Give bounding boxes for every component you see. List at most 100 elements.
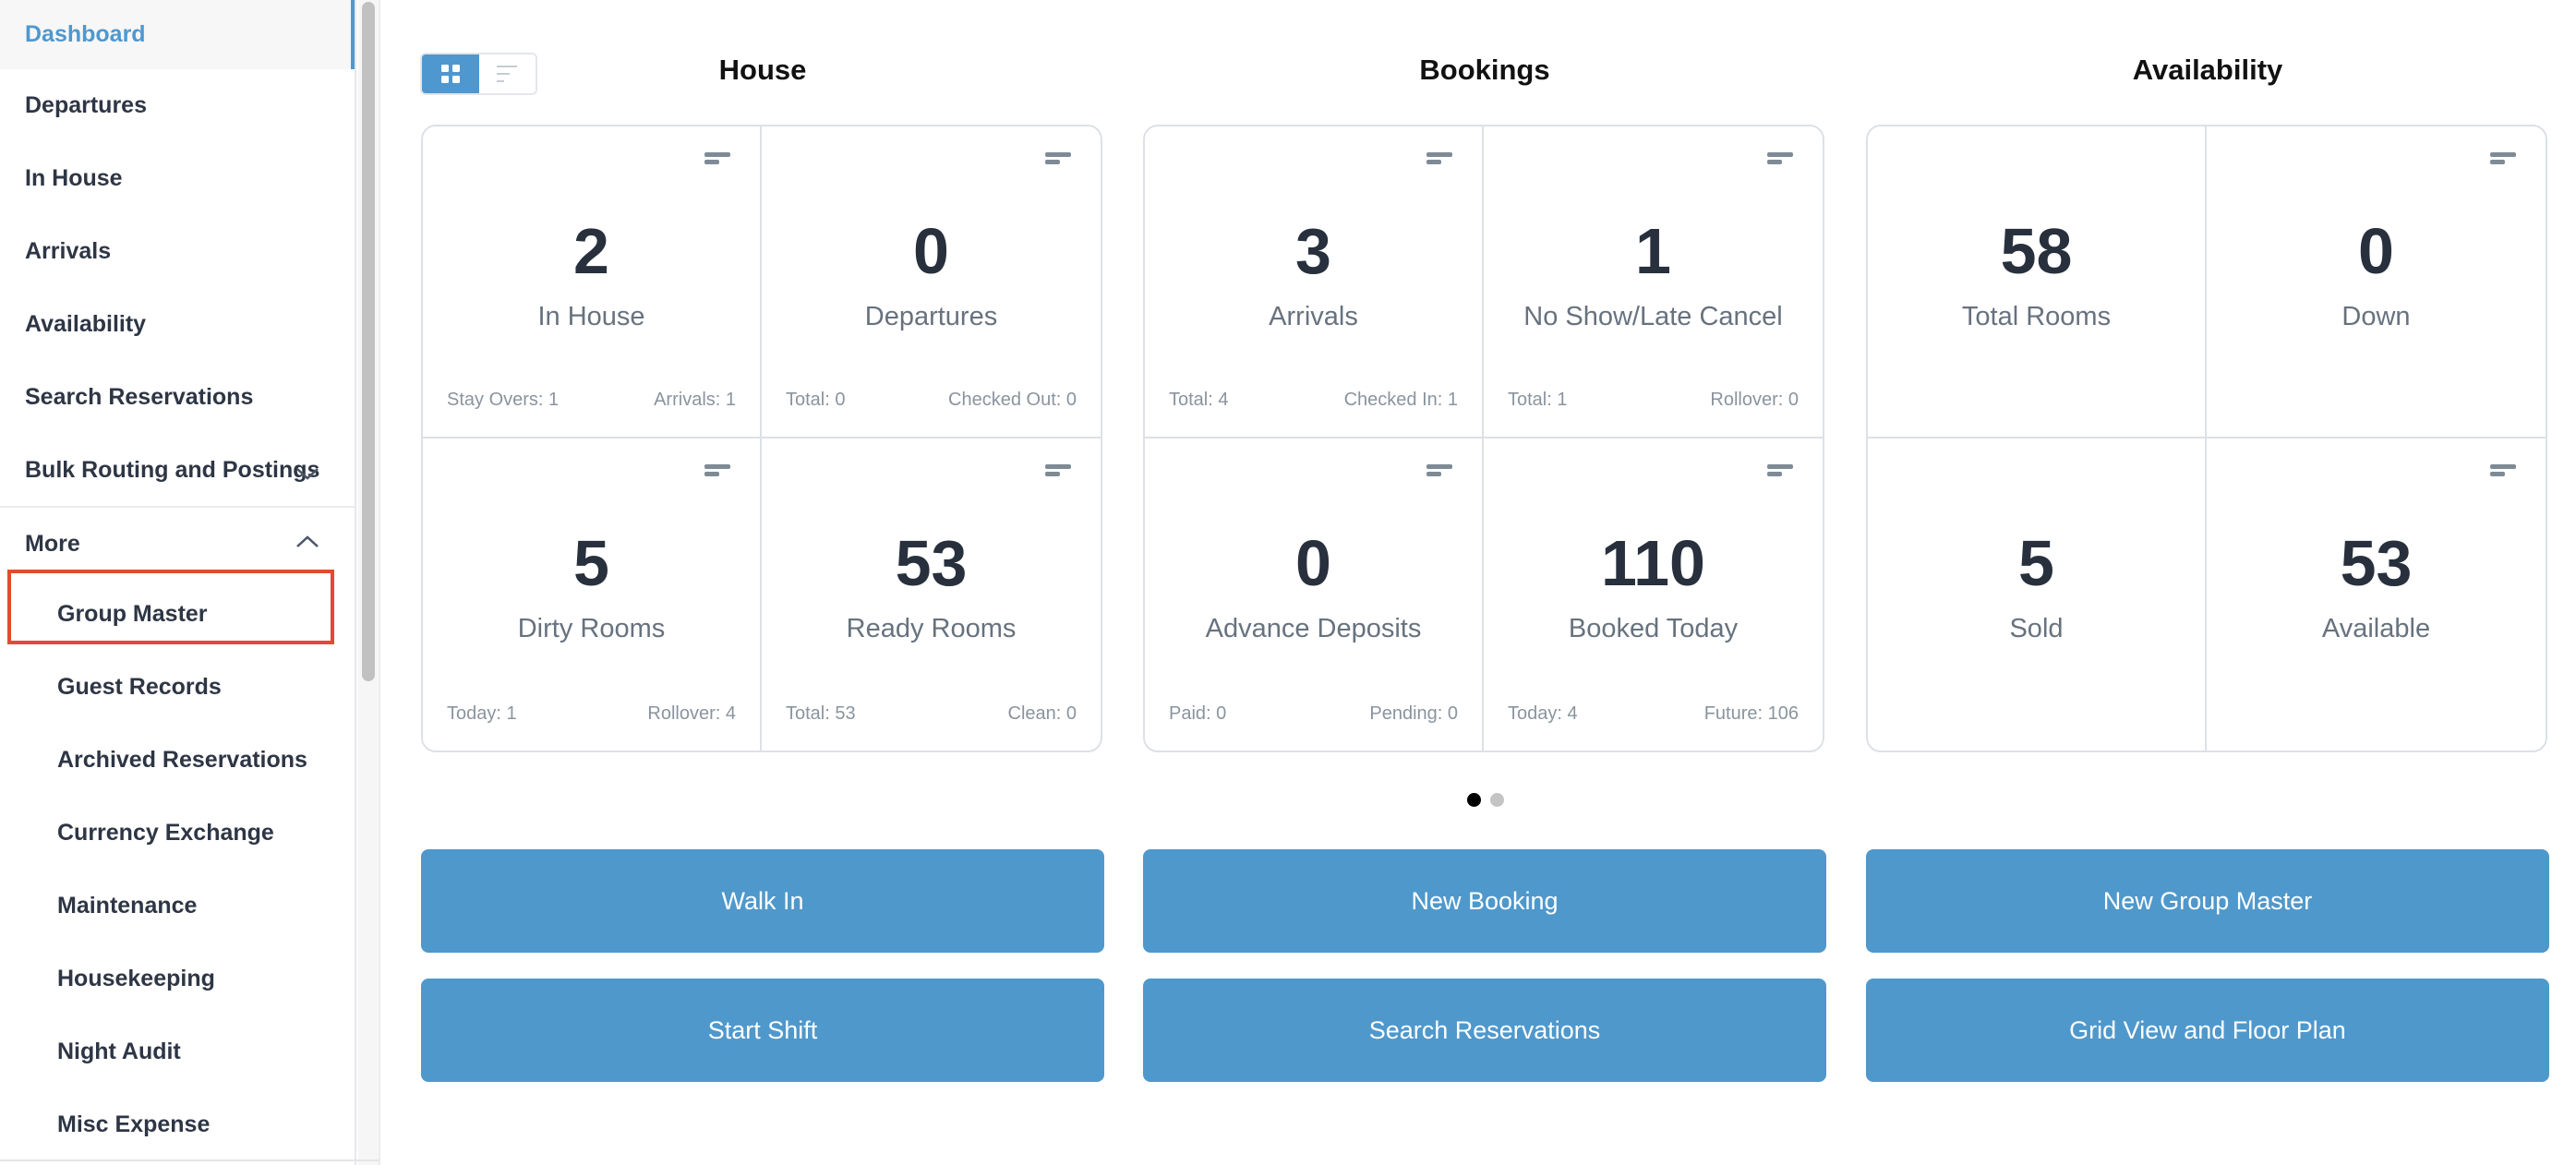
- sort-menu-icon[interactable]: [1426, 152, 1452, 171]
- sidebar-item-group-master[interactable]: Group Master: [0, 578, 355, 651]
- sidebar: Dashboard Departures In House Arrivals A…: [0, 0, 356, 1165]
- sort-menu-icon[interactable]: [704, 152, 730, 171]
- stat-footer: Paid: 0 Pending: 0: [1169, 703, 1458, 725]
- stat-label: Dirty Rooms: [517, 614, 666, 643]
- start-shift-button[interactable]: Start Shift: [421, 979, 1104, 1082]
- sidebar-item-label: More: [25, 531, 80, 557]
- stat-value: 3: [1295, 215, 1331, 287]
- stat-tile-no-show-late-cancel[interactable]: 1 No Show/Late Cancel Total: 1 Rollover: …: [1484, 126, 1823, 438]
- sort-menu-icon[interactable]: [1045, 152, 1071, 171]
- pagination-dot-2[interactable]: [1490, 793, 1504, 807]
- stat-value: 0: [1295, 527, 1331, 599]
- chevron-down-icon[interactable]: [294, 460, 321, 487]
- stat-label: Ready Rooms: [846, 614, 1017, 643]
- new-booking-button[interactable]: New Booking: [1143, 849, 1826, 953]
- stat-value: 0: [913, 215, 949, 287]
- sidebar-item-more[interactable]: More: [0, 508, 355, 581]
- stat-value: 0: [2358, 215, 2394, 287]
- sidebar-item-label: Arrivals: [25, 238, 112, 264]
- stat-footer-right: Pending: 0: [1369, 703, 1458, 724]
- stat-label: Advance Deposits: [1205, 614, 1422, 643]
- sort-menu-icon[interactable]: [1426, 464, 1452, 483]
- sidebar-item-search-reservations[interactable]: Search Reservations: [0, 361, 355, 434]
- sidebar-item-arrivals[interactable]: Arrivals: [0, 215, 355, 288]
- sort-menu-icon[interactable]: [2490, 152, 2516, 171]
- sidebar-bottom-border: [0, 1159, 379, 1161]
- sidebar-item-label: Departures: [25, 92, 147, 118]
- sidebar-item-archived-reservations[interactable]: Archived Reservations: [0, 724, 355, 797]
- chevron-up-icon[interactable]: [294, 528, 321, 556]
- stat-label: Sold: [2009, 614, 2064, 643]
- stat-footer-left: Today: 1: [447, 703, 517, 724]
- sidebar-item-departures[interactable]: Departures: [0, 69, 355, 142]
- sidebar-item-housekeeping[interactable]: Housekeeping: [0, 943, 355, 1015]
- stat-footer-left: Total: 53: [786, 703, 856, 724]
- stat-label: Down: [2341, 302, 2411, 331]
- stat-footer-left: Total: 1: [1508, 390, 1568, 410]
- sort-menu-icon[interactable]: [2490, 464, 2516, 483]
- stat-tile-down[interactable]: 0 Down: [2207, 126, 2546, 438]
- stat-footer-right: Checked Out: 0: [948, 390, 1077, 410]
- stat-label: Booked Today: [1568, 614, 1739, 643]
- sort-menu-icon[interactable]: [1767, 152, 1793, 171]
- stat-label: Departures: [864, 302, 998, 331]
- sidebar-item-label: Maintenance: [57, 893, 198, 919]
- stat-footer-right: Checked In: 1: [1343, 390, 1458, 410]
- sidebar-item-label: Currency Exchange: [57, 820, 274, 846]
- stat-tile-available[interactable]: 53 Available: [2207, 438, 2546, 751]
- sidebar-item-night-audit[interactable]: Night Audit: [0, 1015, 355, 1088]
- stat-tile-advance-deposits[interactable]: 0 Advance Deposits Paid: 0 Pending: 0: [1145, 438, 1484, 751]
- house-card: 2 In House Stay Overs: 1 Arrivals: 1 0 Dep…: [421, 125, 1102, 752]
- sidebar-item-label: In House: [25, 165, 123, 191]
- stat-footer-left: Total: 4: [1169, 390, 1229, 410]
- stat-footer: Stay Overs: 1 Arrivals: 1: [447, 390, 736, 411]
- sidebar-item-guest-records[interactable]: Guest Records: [0, 651, 355, 724]
- stat-tile-sold[interactable]: 5 Sold: [1868, 438, 2207, 751]
- stat-footer-left: Paid: 0: [1169, 703, 1227, 724]
- section-title-house: House: [718, 54, 807, 86]
- sort-menu-icon[interactable]: [1767, 464, 1793, 483]
- grid-view-floor-plan-button[interactable]: Grid View and Floor Plan: [1866, 979, 2549, 1082]
- stat-footer-right: Clean: 0: [1007, 703, 1077, 724]
- sidebar-item-label: Night Audit: [57, 1039, 181, 1064]
- availability-card: 58 Total Rooms 0 Down 5 Sold 53 Available: [1866, 125, 2547, 752]
- stat-value: 1: [1635, 215, 1671, 287]
- sidebar-item-misc-expense[interactable]: Misc Expense: [0, 1088, 355, 1161]
- walk-in-button[interactable]: Walk In: [421, 849, 1104, 953]
- sidebar-item-currency-exchange[interactable]: Currency Exchange: [0, 797, 355, 870]
- sidebar-item-bulk-routing[interactable]: Bulk Routing and Postings: [0, 434, 355, 507]
- stat-footer: Today: 4 Future: 106: [1508, 703, 1799, 725]
- stat-footer: Today: 1 Rollover: 4: [447, 703, 736, 725]
- pagination-dot-1[interactable]: [1467, 793, 1481, 807]
- stat-footer-left: Today: 4: [1508, 703, 1578, 724]
- sidebar-scrollbar-thumb[interactable]: [362, 2, 375, 681]
- stat-tile-in-house[interactable]: 2 In House Stay Overs: 1 Arrivals: 1: [423, 126, 762, 438]
- sidebar-item-maintenance[interactable]: Maintenance: [0, 870, 355, 943]
- stat-value: 53: [895, 527, 968, 599]
- stat-tile-total-rooms[interactable]: 58 Total Rooms: [1868, 126, 2207, 438]
- new-group-master-button[interactable]: New Group Master: [1866, 849, 2549, 953]
- sidebar-item-label: Search Reservations: [25, 384, 254, 410]
- stat-tile-arrivals[interactable]: 3 Arrivals Total: 4 Checked In: 1: [1145, 126, 1484, 438]
- sidebar-item-label: Availability: [25, 311, 147, 337]
- search-reservations-button[interactable]: Search Reservations: [1143, 979, 1826, 1082]
- pagination-dots: [1467, 793, 1504, 807]
- sidebar-item-dashboard[interactable]: Dashboard: [0, 0, 355, 69]
- stat-tile-booked-today[interactable]: 110 Booked Today Today: 4 Future: 106: [1484, 438, 1823, 751]
- sidebar-item-label: Misc Expense: [57, 1111, 211, 1137]
- sidebar-item-in-house[interactable]: In House: [0, 142, 355, 215]
- stat-value: 5: [573, 527, 609, 599]
- sort-menu-icon[interactable]: [704, 464, 730, 483]
- stat-tile-departures[interactable]: 0 Departures Total: 0 Checked Out: 0: [762, 126, 1101, 438]
- stat-value: 58: [2000, 215, 2073, 287]
- sidebar-item-availability[interactable]: Availability: [0, 288, 355, 361]
- sidebar-item-label: Group Master: [57, 601, 208, 627]
- stat-tile-ready-rooms[interactable]: 53 Ready Rooms Total: 53 Clean: 0: [762, 438, 1101, 751]
- section-title-bookings: Bookings: [1419, 54, 1550, 86]
- sidebar-item-label: Housekeeping: [57, 966, 215, 991]
- stat-footer-right: Future: 106: [1703, 703, 1799, 724]
- sidebar-item-label: Archived Reservations: [57, 747, 307, 773]
- stat-footer: Total: 0 Checked Out: 0: [786, 390, 1077, 411]
- stat-tile-dirty-rooms[interactable]: 5 Dirty Rooms Today: 1 Rollover: 4: [423, 438, 762, 751]
- sort-menu-icon[interactable]: [1045, 464, 1071, 483]
